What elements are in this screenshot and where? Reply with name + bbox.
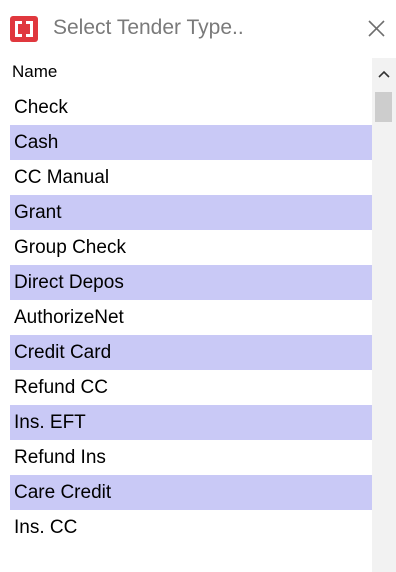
- list-item[interactable]: Grant: [10, 195, 372, 230]
- column-header-name[interactable]: Name: [0, 58, 372, 88]
- list-item[interactable]: Credit Card: [10, 335, 372, 370]
- list-item[interactable]: Refund CC: [10, 370, 372, 405]
- tender-app-icon: [10, 16, 38, 42]
- list-item[interactable]: Refund Ins: [10, 440, 372, 475]
- list-item[interactable]: CC Manual: [10, 160, 372, 195]
- list-item[interactable]: Check: [10, 90, 372, 125]
- chevron-up-icon[interactable]: [372, 62, 396, 86]
- list-item[interactable]: AuthorizeNet: [10, 300, 372, 335]
- select-tender-type-dialog: Select Tender Type.. Name Check Cash CC Ma…: [0, 0, 396, 572]
- list-item[interactable]: Direct Depos: [10, 265, 372, 300]
- scrollbar-thumb[interactable]: [375, 92, 392, 122]
- close-icon[interactable]: [362, 14, 390, 42]
- column-header-label: Name: [12, 62, 58, 81]
- search-tender-type-input[interactable]: Select Tender Type..: [53, 16, 244, 40]
- list-item[interactable]: Care Credit: [10, 475, 372, 510]
- list-item[interactable]: Cash: [10, 125, 372, 160]
- tender-type-list: Check Cash CC Manual Grant Group Check Direct…: [10, 90, 372, 545]
- vertical-scrollbar[interactable]: [372, 58, 396, 572]
- list-item[interactable]: Group Check: [10, 230, 372, 265]
- list-item[interactable]: Ins. CC: [10, 510, 372, 545]
- list-item[interactable]: Ins. EFT: [10, 405, 372, 440]
- dialog-titlebar: Select Tender Type..: [0, 0, 396, 58]
